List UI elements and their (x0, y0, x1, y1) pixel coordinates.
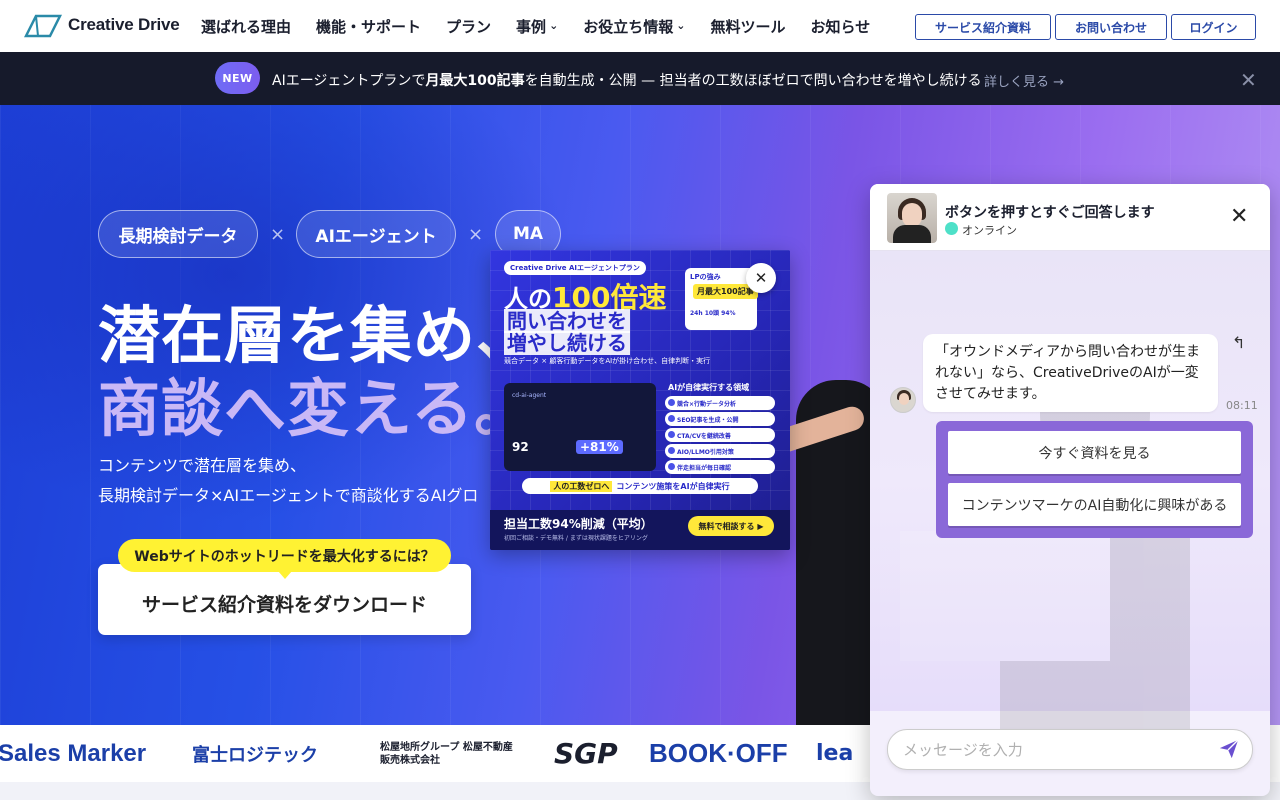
tag-pill: 長期検討データ (98, 210, 258, 258)
nav-item-cases[interactable]: 事例 ⌄ (516, 16, 558, 37)
client-logo: SGP (554, 737, 618, 770)
hero-title-line2: 商談へ変える。 (98, 372, 538, 445)
ad-lp-title: LPの強み (690, 273, 721, 281)
nav-label: お知らせ (810, 17, 871, 36)
chat-widget: ボタンを押すとすぐご回答します オンライン ✕ ↰ 「オウンドメディアから問い合… (870, 184, 1270, 796)
contact-button[interactable]: お問い合わせ (1055, 14, 1167, 40)
times-icon: × (468, 224, 484, 245)
nav-label: 機能・サポート (316, 17, 422, 36)
online-status-icon (945, 222, 958, 235)
nav-item-free-tools[interactable]: 無料ツール (711, 16, 786, 37)
announcement-link[interactable]: 詳しく見る → (984, 71, 1064, 90)
chat-message-input[interactable] (903, 730, 1203, 769)
announcement-text-post: を自動生成・公開 — 担当者の工数ほぼゼロで問い合わせを増やし続ける (524, 73, 982, 89)
tag-pill: AIエージェント (296, 210, 456, 258)
nav-item-news[interactable]: お知らせ (811, 16, 871, 37)
chat-input-container (887, 729, 1253, 770)
hero-subtitle: 長期検討データ×AIエージェントで商談化するAIグロ (98, 486, 479, 505)
announcement-text-pre: AIエージェントプランで (272, 73, 426, 89)
chat-message: 「オウンドメディアから問い合わせが生まれない」なら、CreativeDriveの… (923, 334, 1218, 412)
chat-title: ボタンを押すとすぐご回答します (945, 205, 1155, 221)
ad-subheadline-line1: 問い合わせを (504, 309, 630, 333)
ad-list: 競合×行動データ分析 SEO記事を生成・公開 CTA/CVを継続改善 AIO/L… (665, 396, 775, 476)
nav-label: お役立ち情報 (583, 17, 674, 36)
hero-subtitle: コンテンツで潜在層を集め、 (98, 456, 307, 475)
message-timestamp: 08:11 (1226, 399, 1258, 412)
nav-item-plans[interactable]: プラン (446, 16, 491, 37)
chat-choices: 今すぐ資料を見る コンテンツマーケのAI自動化に興味がある (936, 421, 1253, 538)
online-status-text: オンライン (962, 224, 1017, 237)
close-icon[interactable]: ✕ (1230, 204, 1248, 229)
nav-item-reasons[interactable]: 選ばれる理由 (201, 16, 291, 37)
site-header: Creative Drive 選ばれる理由 機能・サポート プラン 事例 ⌄ お役… (0, 0, 1280, 52)
ad-row-text: コンテンツ施策をAIが自律実行 (616, 481, 730, 491)
cta-bubble-tail (278, 571, 292, 579)
ad-dashboard-label: cd-ai-agent (512, 392, 547, 399)
cta-bubble: Webサイトのホットリードを最大化するには？ (118, 539, 451, 572)
choice-view-doc-button[interactable]: 今すぐ資料を見る (948, 431, 1241, 474)
chevron-down-icon: ⌄ (549, 18, 559, 32)
bot-avatar-face (899, 393, 909, 405)
nav-label: 事例 (516, 17, 547, 36)
ad-list-title: AIが自律実行する領域 (668, 383, 750, 392)
ad-footer-caption: 初回ご相談・デモ無料 / まずは現状課題をヒアリング (504, 535, 648, 542)
ad-list-item: 競合×行動データ分析 (665, 396, 775, 410)
ad-banner-row: 人の工数ゼロへ コンテンツ施策をAIが自律実行 (522, 478, 758, 494)
ad-list-item: CTA/CVを継続改善 (665, 428, 775, 442)
new-badge: NEW (215, 62, 260, 94)
reply-icon[interactable]: ↰ (1232, 333, 1245, 352)
promo-popup[interactable]: Creative Drive AIエージェントプラン 人の100倍速 問い合わせ… (490, 250, 790, 550)
logo-text: Creative Drive (68, 15, 180, 34)
ad-footer-text: 担当工数94%削減（平均） (504, 517, 653, 531)
chat-body: ↰ 「オウンドメディアから問い合わせが生まれない」なら、CreativeDriv… (870, 251, 1270, 731)
announcement-text: AIエージェントプランで月最大100記事を自動生成・公開 — 担当者の工数ほぼゼ… (272, 70, 982, 90)
choice-ai-automation-button[interactable]: コンテンツマーケのAI自動化に興味がある (948, 483, 1241, 526)
ad-kpi-winner: +81% (576, 440, 623, 454)
login-button[interactable]: ログイン (1171, 14, 1256, 40)
client-logo: lea (816, 741, 854, 766)
service-doc-button[interactable]: サービス紹介資料 (915, 14, 1051, 40)
times-icon: × (270, 224, 286, 245)
avatar-face (902, 203, 922, 227)
operator-avatar (887, 193, 937, 243)
nav-label: プラン (446, 17, 492, 36)
client-logo: BOOK·OFF (649, 738, 788, 768)
main-nav: 選ばれる理由 機能・サポート プラン 事例 ⌄ お役立ち情報 ⌄ 無料ツール お知ら… (201, 0, 895, 52)
client-logo: 富士ロジテック (192, 744, 318, 766)
ad-list-item: 伴走担当が毎日確認 (665, 460, 775, 474)
nav-label: 無料ツール (710, 17, 786, 36)
ad-subheadline-line2: 増やし続ける (504, 331, 630, 355)
ad-lp-stats: 24h 10頭 94% (690, 310, 736, 317)
logo-mark-icon (24, 14, 62, 38)
bot-avatar (890, 387, 916, 413)
nav-item-resources[interactable]: お役立ち情報 ⌄ (583, 16, 685, 37)
ad-caption: 競合データ × 顧客行動データをAIが掛け合わせ、自律判断・実行 (504, 357, 711, 365)
chevron-down-icon: ⌄ (676, 18, 686, 32)
header-buttons: サービス紹介資料 お問い合わせ ログイン (915, 14, 1256, 40)
chat-header: ボタンを押すとすぐご回答します オンライン ✕ (870, 184, 1270, 251)
nav-item-features[interactable]: 機能・サポート (316, 16, 421, 37)
bg-person-board (900, 531, 1110, 661)
client-logo: 松屋地所グループ 松屋不動産販売株式会社 (380, 741, 513, 766)
ad-list-item: AIO/LLMO引用対策 (665, 444, 775, 458)
ad-kpi-score: 92 (512, 440, 529, 454)
ad-consult-button[interactable]: 無料で相談する ▶ (688, 516, 774, 536)
ad-row-bold: 人の工数ゼロへ (550, 480, 613, 492)
send-icon[interactable] (1218, 738, 1240, 760)
close-icon[interactable]: ✕ (746, 263, 776, 293)
announcement-text-bold: 月最大100記事 (425, 73, 525, 89)
ad-subheadline: 問い合わせを 増やし続ける (504, 309, 634, 355)
ad-tag: Creative Drive AIエージェントプラン (504, 261, 646, 275)
ad-list-item: SEO記事を生成・公開 (665, 412, 775, 426)
avatar-body (893, 225, 931, 243)
close-icon[interactable]: ✕ (1240, 68, 1257, 92)
logo[interactable]: Creative Drive (24, 12, 180, 38)
client-logo: Sales Marker (0, 739, 147, 767)
nav-label: 選ばれる理由 (201, 17, 292, 36)
